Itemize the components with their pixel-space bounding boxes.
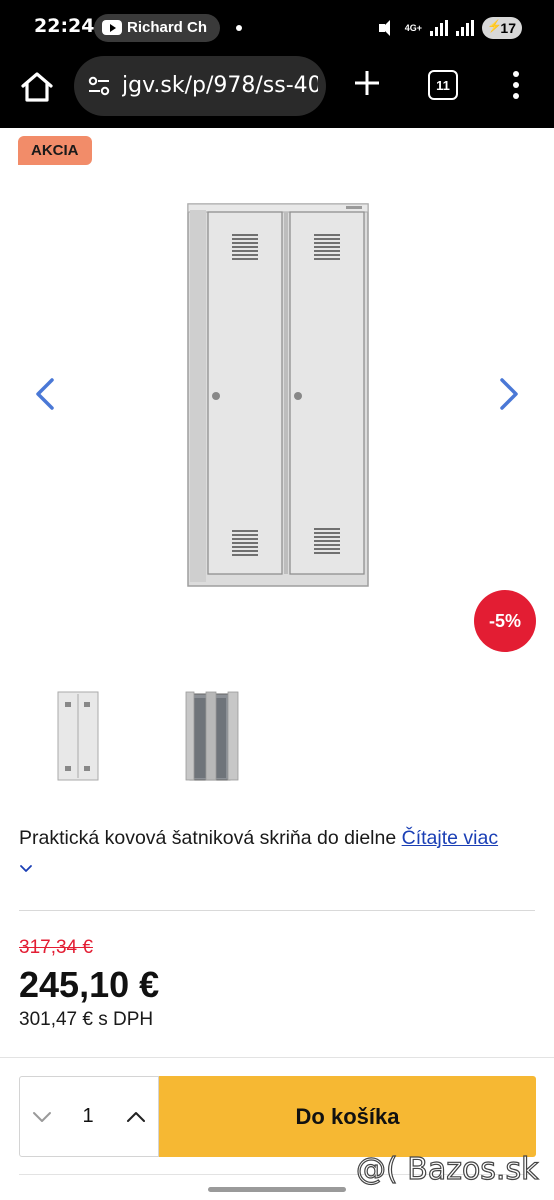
tab-switcher-button[interactable]: 11 [428, 70, 458, 100]
notification-dot-icon [236, 25, 242, 31]
battery-level: 17 [500, 20, 516, 36]
mute-icon [378, 20, 397, 36]
address-bar[interactable]: jgv.sk/p/978/ss-40 [74, 56, 326, 116]
quantity-stepper: 1 [19, 1076, 159, 1157]
notification-pill[interactable]: Richard Ch [94, 14, 220, 42]
gallery-next-arrow-icon[interactable] [494, 376, 524, 412]
description-text: Praktická kovová šatniková skriňa do die… [19, 827, 397, 849]
network-label: 4G+ [404, 22, 422, 33]
product-description: Praktická kovová šatniková skriňa do die… [19, 823, 539, 853]
sale-badge: AKCIA [18, 136, 92, 165]
quantity-increase-icon[interactable] [124, 1103, 148, 1131]
divider [19, 910, 535, 911]
add-to-cart-button[interactable]: Do košíka [159, 1076, 536, 1157]
status-time: 22:24 [34, 15, 95, 37]
price-with-vat: 301,47 € s DPH [19, 1009, 154, 1030]
new-tab-icon[interactable] [350, 66, 384, 100]
thumbnail-open[interactable] [184, 688, 240, 784]
youtube-icon [102, 20, 122, 35]
system-icons: 4G+ 17 [378, 15, 522, 41]
current-price: 245,10 € [19, 964, 160, 1005]
notification-text: Richard Ch [127, 19, 208, 36]
watermark: @( Bazos.sk [355, 1151, 539, 1187]
home-icon[interactable] [18, 68, 56, 106]
signal-icon [430, 20, 448, 36]
gallery-prev-arrow-icon[interactable] [30, 376, 60, 412]
status-bar: 22:24 Richard Ch 4G+ 17 [0, 0, 554, 54]
url-text[interactable]: jgv.sk/p/978/ss-40 [122, 73, 318, 98]
browser-toolbar: jgv.sk/p/978/ss-40 11 [0, 54, 554, 128]
read-more-link[interactable]: Čítajte viac [402, 827, 498, 849]
quantity-decrease-icon[interactable] [30, 1103, 54, 1131]
signal-icon-2 [456, 20, 474, 36]
chevron-down-icon[interactable] [18, 862, 34, 876]
discount-badge: -5% [474, 590, 536, 652]
home-indicator[interactable] [208, 1187, 346, 1192]
more-menu-icon[interactable] [506, 68, 526, 102]
thumbnail-closed[interactable] [52, 688, 102, 784]
site-settings-icon[interactable] [88, 76, 110, 96]
battery-icon: 17 [482, 17, 522, 39]
old-price: 317,34 € [19, 937, 93, 958]
quantity-value[interactable]: 1 [76, 1105, 100, 1128]
product-image[interactable] [186, 200, 370, 590]
divider [0, 1057, 554, 1058]
